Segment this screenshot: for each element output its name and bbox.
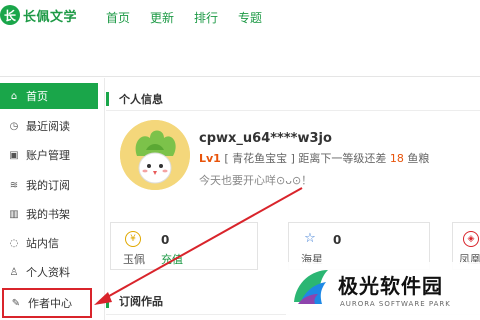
watermark-title: 极光软件园 [338,274,443,298]
stat-value: 0 [333,233,342,247]
logo-mark-icon: 长 [0,5,20,25]
header-divider [0,76,480,77]
user-icon: ♙ [9,266,19,278]
badge-icon: ◈ [463,231,479,247]
sidebar-item-bookshelf[interactable]: ▥ 我的书架 [0,201,98,227]
cabbage-avatar-icon [120,120,190,190]
logo-text: 长佩文学 [23,9,78,25]
nav-ranking[interactable]: 排行 [194,9,218,26]
sidebar-item-recent[interactable]: ◷ 最近阅读 [0,113,98,139]
sidebar-item-subscriptions[interactable]: ≋ 我的订阅 [0,172,98,198]
sidebar-item-profile[interactable]: ♙ 个人资料 [0,259,98,285]
nav-home[interactable]: 首页 [106,9,130,26]
sidebar-item-home[interactable]: ⌂ 首页 [0,83,98,109]
coin-icon: ¥ [125,231,141,247]
level-badge: Lv1 [199,152,221,165]
nav-topics[interactable]: 专题 [238,9,262,26]
star-icon: ☆ [304,230,316,246]
clock-icon: ◷ [9,120,19,132]
avatar[interactable] [120,120,190,190]
site-logo[interactable]: 长 长佩文学 [0,5,77,25]
section-divider [106,110,480,111]
pencil-icon: ✎ [11,297,21,309]
account-icon: ▣ [9,149,19,161]
level-row: Lv1 [ 青花鱼宝宝 ] 距离下一等级还差 18 鱼粮 [199,150,429,166]
watermark: 极光软件园 AURORA SOFTWARE PARK [286,262,480,320]
sidebar: ⌂ 首页 ◷ 最近阅读 ▣ 账户管理 ≋ 我的订阅 ▥ 我的书架 ◌ 站内信 ♙… [0,78,98,320]
next-level-text: 距离下一等级还差 [298,152,387,165]
next-level-amount: 18 [389,152,404,165]
section-title-works: 订阅作品 [106,293,163,309]
watermark-subtitle: AURORA SOFTWARE PARK [340,300,451,308]
home-icon: ⌂ [10,90,18,102]
sidebar-item-label: 我的订阅 [26,179,70,192]
sidebar-item-account[interactable]: ▣ 账户管理 [0,142,98,168]
sidebar-item-label: 我的书架 [26,208,70,221]
stat-value: 0 [161,233,170,247]
sidebar-item-messages[interactable]: ◌ 站内信 [0,230,98,256]
section-title-text: 订阅作品 [119,295,163,308]
rss-icon: ≋ [9,179,19,191]
section-title-text: 个人信息 [119,93,163,106]
recharge-link[interactable]: 充值 [161,251,183,267]
stat-label: 玉佩 [123,253,145,266]
aurora-logo-icon [294,270,328,304]
username: cpwx_u64****w3jo [199,131,332,146]
stat-card-jade: ¥ 0 玉佩 充值 [110,222,258,270]
sidebar-item-label: 首页 [26,90,48,103]
level-title: [ 青花鱼宝宝 ] [224,152,295,165]
books-icon: ▥ [9,208,19,220]
message-icon: ◌ [9,237,19,249]
main-nav: 首页 更新 排行 专题 [106,9,282,26]
next-level-unit: 鱼粮 [407,152,430,165]
sidebar-item-label: 作者中心 [28,297,72,310]
nav-updates[interactable]: 更新 [150,9,174,26]
top-bar: 长 长佩文学 首页 更新 排行 专题 [0,0,480,76]
sidebar-item-label: 个人资料 [26,266,70,279]
sidebar-item-author-center[interactable]: ✎ 作者中心 [2,288,92,318]
sidebar-item-label: 最近阅读 [26,120,70,133]
sidebar-item-label: 账户管理 [26,149,70,162]
mood-text: 今天也要开心咩⊙ᴗ⊙！ [199,174,313,187]
section-title-profile: 个人信息 [106,91,163,107]
sidebar-divider [104,78,105,320]
sidebar-item-label: 站内信 [26,237,59,250]
